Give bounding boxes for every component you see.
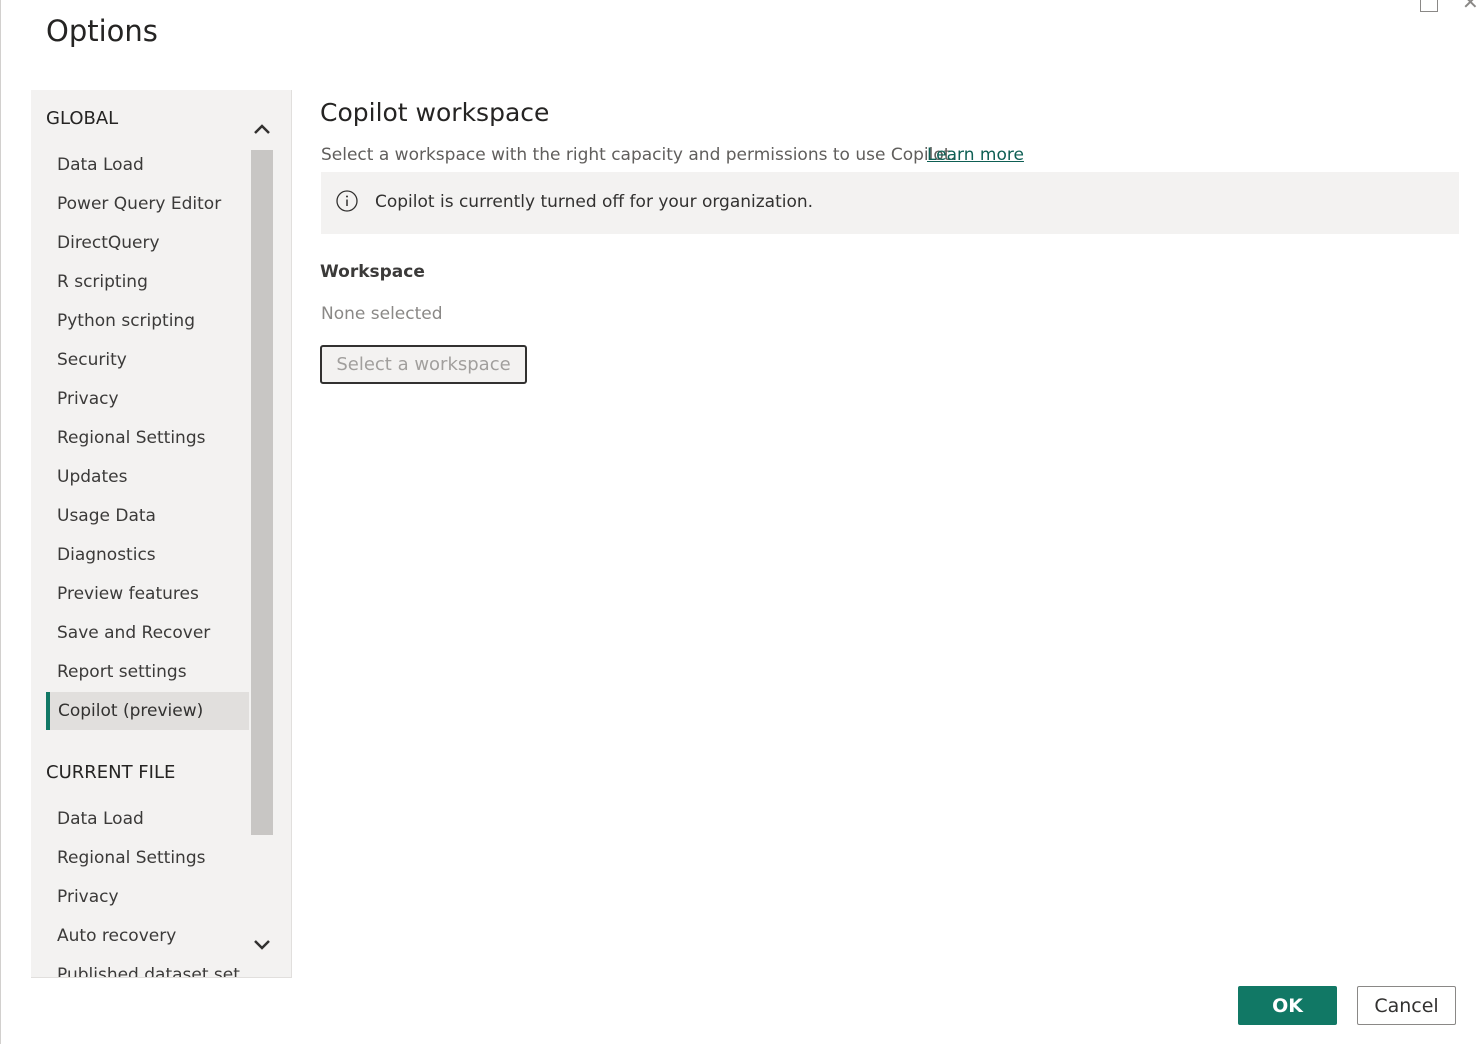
- nav-item-directquery[interactable]: DirectQuery: [46, 224, 249, 262]
- nav-item-power-query-editor[interactable]: Power Query Editor: [46, 185, 249, 223]
- nav-section-current-file: CURRENT FILE: [46, 762, 176, 783]
- nav-item-file-data-load[interactable]: Data Load: [46, 800, 249, 838]
- section-description: Select a workspace with the right capaci…: [321, 145, 956, 165]
- nav-item-usage-data[interactable]: Usage Data: [46, 497, 249, 535]
- restore-icon[interactable]: [1420, 0, 1438, 12]
- nav-item-report-settings[interactable]: Report settings: [46, 653, 249, 691]
- ok-button[interactable]: OK: [1238, 986, 1337, 1025]
- learn-more-link[interactable]: Learn more: [927, 145, 1024, 165]
- workspace-label: Workspace: [320, 262, 425, 282]
- section-title: Copilot workspace: [320, 98, 550, 127]
- close-icon[interactable]: ✕: [1462, 0, 1477, 14]
- nav-item-file-privacy[interactable]: Privacy: [46, 878, 249, 916]
- nav-item-file-published-dataset[interactable]: Published dataset set: [46, 956, 249, 977]
- chevron-down-icon[interactable]: [250, 932, 274, 956]
- nav-item-diagnostics[interactable]: Diagnostics: [46, 536, 249, 574]
- select-workspace-button[interactable]: Select a workspace: [320, 345, 527, 384]
- nav-item-file-regional-settings[interactable]: Regional Settings: [46, 839, 249, 877]
- nav-item-security[interactable]: Security: [46, 341, 249, 379]
- window-border: [0, 0, 1, 1044]
- nav-item-file-auto-recovery[interactable]: Auto recovery: [46, 917, 249, 955]
- options-nav: GLOBAL Data Load Power Query Editor Dire…: [31, 90, 292, 978]
- chevron-up-icon[interactable]: [250, 118, 274, 142]
- nav-item-updates[interactable]: Updates: [46, 458, 249, 496]
- info-banner: Copilot is currently turned off for your…: [321, 172, 1459, 234]
- nav-item-r-scripting[interactable]: R scripting: [46, 263, 249, 301]
- nav-section-global: GLOBAL: [46, 108, 119, 129]
- nav-scrollbar-thumb[interactable]: [251, 150, 273, 835]
- nav-item-data-load[interactable]: Data Load: [46, 146, 249, 184]
- workspace-value: None selected: [321, 304, 443, 324]
- nav-item-privacy[interactable]: Privacy: [46, 380, 249, 418]
- nav-item-save-and-recover[interactable]: Save and Recover: [46, 614, 249, 652]
- info-icon: [336, 190, 358, 212]
- nav-item-copilot-preview[interactable]: Copilot (preview): [46, 692, 249, 730]
- dialog-title: Options: [46, 14, 158, 48]
- nav-item-regional-settings[interactable]: Regional Settings: [46, 419, 249, 457]
- nav-item-preview-features[interactable]: Preview features: [46, 575, 249, 613]
- cancel-button[interactable]: Cancel: [1357, 986, 1456, 1025]
- nav-item-python-scripting[interactable]: Python scripting: [46, 302, 249, 340]
- banner-message: Copilot is currently turned off for your…: [375, 192, 814, 212]
